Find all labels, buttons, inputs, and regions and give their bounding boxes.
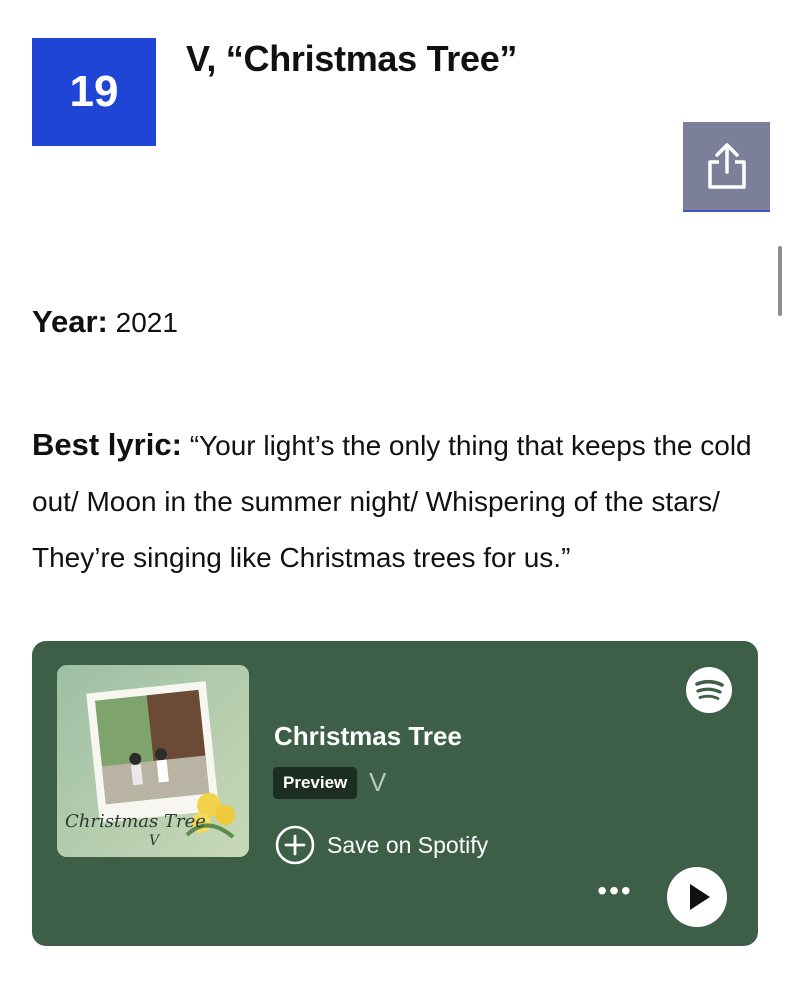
rank-badge: 19 bbox=[32, 38, 156, 146]
entry-title: V, “Christmas Tree” bbox=[186, 38, 518, 79]
share-button[interactable] bbox=[683, 122, 770, 212]
plus-circle-icon bbox=[275, 825, 315, 865]
year-value: 2021 bbox=[115, 307, 178, 338]
share-icon bbox=[707, 143, 746, 189]
lyric-label: Best lyric: bbox=[32, 427, 182, 462]
year-line: Year: 2021 bbox=[32, 304, 178, 340]
album-cover[interactable]: Christmas Tree V bbox=[57, 665, 249, 857]
scrollbar-thumb[interactable] bbox=[778, 246, 782, 316]
song-title[interactable]: Christmas Tree bbox=[274, 721, 462, 752]
year-label: Year: bbox=[32, 304, 108, 339]
save-label: Save on Spotify bbox=[327, 831, 489, 858]
spotify-logo-icon[interactable] bbox=[686, 667, 732, 713]
artist-name[interactable]: V bbox=[369, 767, 386, 798]
spotify-embed: Christmas Tree V Christmas Tree Preview … bbox=[32, 641, 758, 946]
play-icon[interactable] bbox=[666, 866, 728, 928]
best-lyric: Best lyric: “Your light’s the only thing… bbox=[32, 417, 762, 586]
save-on-spotify-button[interactable]: Save on Spotify bbox=[275, 825, 488, 865]
more-icon[interactable]: ••• bbox=[595, 875, 635, 906]
album-art-title: Christmas Tree bbox=[65, 811, 206, 832]
preview-badge: Preview bbox=[273, 767, 358, 799]
album-cover-illustration: Christmas Tree V bbox=[57, 665, 249, 857]
